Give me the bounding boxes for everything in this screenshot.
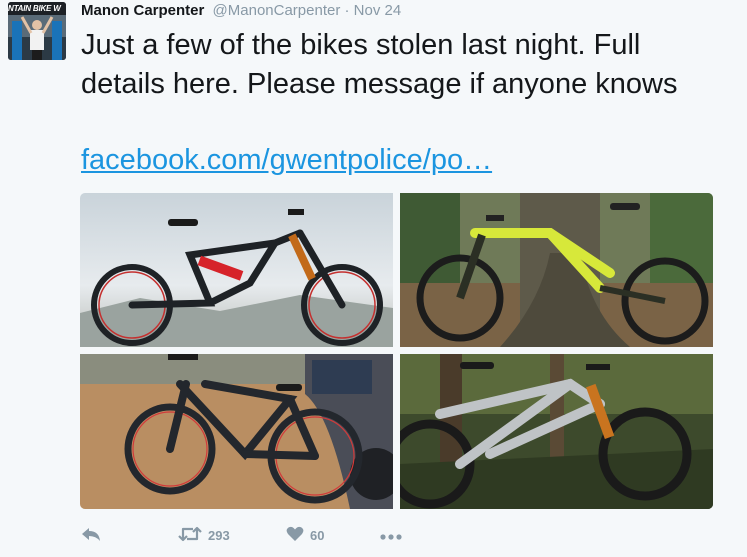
- retweet-count: 293: [208, 527, 230, 543]
- avatar[interactable]: NTAIN BIKE W: [8, 2, 66, 60]
- avatar-photo: [8, 15, 66, 60]
- bike-photo-1[interactable]: [80, 193, 393, 347]
- bike-photo-3[interactable]: [80, 354, 393, 509]
- like-button[interactable]: 60: [286, 523, 324, 547]
- heart-icon: [286, 526, 304, 545]
- more-button[interactable]: [380, 523, 402, 547]
- media-grid: [80, 193, 713, 509]
- author-handle[interactable]: @ManonCarpenter: [213, 2, 341, 19]
- header-separator: ·: [344, 2, 350, 19]
- like-count: 60: [310, 527, 325, 543]
- bike-photo-2[interactable]: [400, 193, 713, 347]
- author-name[interactable]: Manon Carpenter: [81, 2, 204, 19]
- retweet-button[interactable]: 293: [178, 523, 230, 547]
- tweet-header: Manon Carpenter @ManonCarpenter · Nov 24: [81, 1, 401, 21]
- avatar-banner-text: NTAIN BIKE W: [8, 2, 66, 15]
- reply-button[interactable]: [80, 523, 102, 547]
- reply-icon: [80, 526, 102, 545]
- tweet-text: Just a few of the bikes stolen last nigh…: [81, 29, 678, 100]
- tweet-link[interactable]: facebook.com/gwentpolice/po…: [81, 141, 492, 180]
- tweet: NTAIN BIKE W Manon Carpenter @ManonCarpe…: [0, 0, 747, 557]
- tweet-date[interactable]: Nov 24: [354, 2, 402, 19]
- more-icon: [380, 528, 402, 543]
- bike-photo-4[interactable]: [400, 354, 713, 509]
- retweet-icon: [178, 526, 202, 545]
